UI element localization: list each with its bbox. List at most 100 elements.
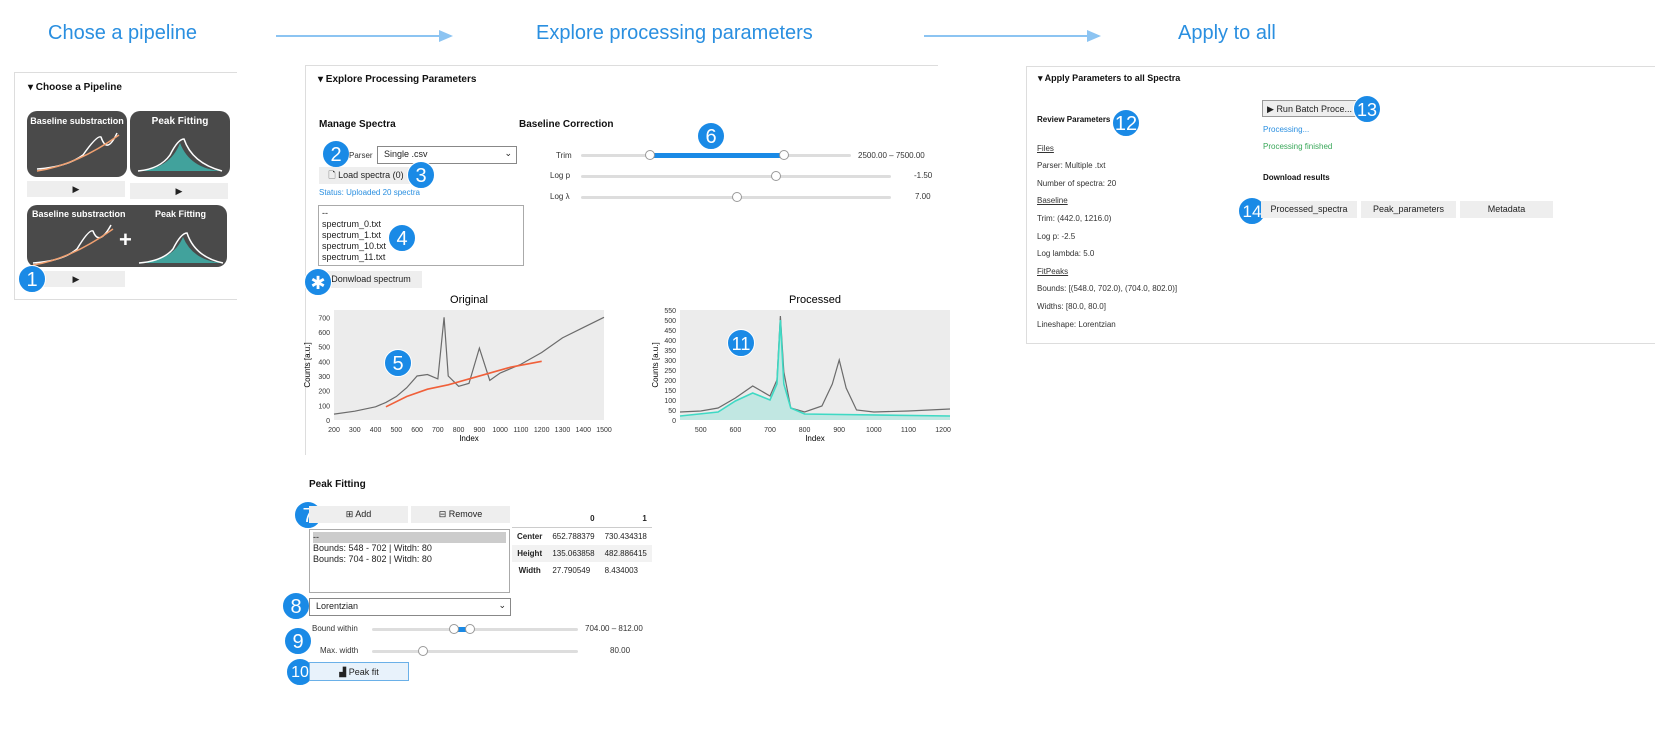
trim-value: 2500.00 – 7500.00 <box>858 151 925 160</box>
run-peak-button[interactable]: ▶ <box>130 183 228 199</box>
logp-value: -1.50 <box>914 171 933 180</box>
x-tick-label: 800 <box>453 427 465 434</box>
x-tick-label: 900 <box>833 427 845 434</box>
max-width-label: Max. width <box>320 646 359 655</box>
y-tick-label: 200 <box>318 389 330 396</box>
peak-fit-button[interactable]: ▟ Peak fit <box>309 662 409 681</box>
download-results-heading: Download results <box>1263 173 1330 182</box>
table-cell: 482.886415 <box>604 549 647 558</box>
list-item[interactable]: spectrum_0.txt <box>322 219 520 230</box>
x-tick-label: 900 <box>474 427 486 434</box>
apply-panel-title[interactable]: ▾ Apply Parameters to all Spectra <box>1038 73 1180 84</box>
download-metadata-button[interactable]: Metadata <box>1460 201 1553 218</box>
badge-4: 4 <box>388 224 416 252</box>
list-item[interactable]: -- <box>322 208 520 219</box>
bound-track[interactable] <box>372 628 578 631</box>
peak-fitting-heading: Peak Fitting <box>309 479 366 490</box>
x-tick-label: 700 <box>764 427 776 434</box>
add-peak-button[interactable]: ⊞ Add <box>309 506 408 523</box>
combined-curve-icon <box>32 224 224 266</box>
row-label: Height <box>517 549 543 558</box>
list-item[interactable]: -- <box>313 532 506 543</box>
processed-chart: Processed 500 600 700 800 900 1000 1100 1200 0 50 1… <box>651 294 951 443</box>
x-axis-label: Index <box>459 434 479 443</box>
trim-handle-high[interactable] <box>779 150 789 160</box>
x-tick-label: 1500 <box>596 427 612 434</box>
pipeline-card-peak[interactable]: Peak Fitting <box>130 111 230 177</box>
row-label: Width <box>518 566 541 575</box>
loglambda-label: Log λ <box>550 192 570 201</box>
row-label: Center <box>517 532 543 541</box>
loglambda-handle[interactable] <box>732 192 742 202</box>
files-heading: Files <box>1037 144 1054 153</box>
x-axis-label: Index <box>805 434 825 443</box>
bound-within-label: Bound within <box>312 624 358 633</box>
spectra-list[interactable]: -- spectrum_0.txt spectrum_1.txt spectru… <box>318 205 524 266</box>
x-tick-label: 1300 <box>555 427 571 434</box>
x-tick-label: 700 <box>432 427 444 434</box>
table-header: 1 <box>642 514 647 523</box>
minus-square-icon: ⊟ <box>438 509 447 519</box>
explore-panel-title[interactable]: ▾ Explore Processing Parameters <box>318 74 476 85</box>
lineshape-value: Lorentzian <box>316 601 359 611</box>
y-tick-label: 500 <box>318 345 330 352</box>
table-cell: 135.063858 <box>552 549 595 558</box>
bound-handle-low[interactable] <box>449 624 459 634</box>
trim-handle-low[interactable] <box>645 150 655 160</box>
step-title-apply: Apply to all <box>1178 22 1276 44</box>
review-parser: Parser: Multiple .txt <box>1037 161 1106 170</box>
x-tick-label: 600 <box>411 427 423 434</box>
list-item[interactable]: Bounds: 548 - 702 | Witdh: 80 <box>313 543 506 554</box>
run-baseline-button[interactable]: ▶ <box>27 181 125 197</box>
y-tick-label: 100 <box>664 398 676 405</box>
trim-fill <box>650 153 784 158</box>
list-item[interactable]: spectrum_11.txt <box>322 252 520 263</box>
pipeline-card-combined[interactable]: Baseline substraction Peak Fitting + <box>27 205 227 267</box>
x-tick-label: 1000 <box>866 427 882 434</box>
list-item[interactable]: spectrum_10.txt <box>322 241 520 252</box>
logp-handle[interactable] <box>771 171 781 181</box>
peak-bounds-list[interactable]: -- Bounds: 548 - 702 | Witdh: 80 Bounds:… <box>309 529 510 593</box>
download-spectrum-button[interactable]: Donwload spectrum <box>320 271 422 288</box>
choose-pipeline-title[interactable]: ▾ Choose a Pipeline <box>28 82 122 93</box>
review-heading: Review Parameters <box>1037 115 1111 124</box>
peak-curve-icon <box>137 138 223 172</box>
badge-9: 9 <box>284 627 312 655</box>
logp-track[interactable] <box>581 175 891 178</box>
list-item[interactable]: Bounds: 704 - 802 | Witdh: 80 <box>313 554 506 565</box>
baseline-heading-review: Baseline <box>1037 196 1068 205</box>
download-processed-button[interactable]: Processed_spectra <box>1261 201 1357 218</box>
max-width-track[interactable] <box>372 650 578 653</box>
step-title-explore: Explore processing parameters <box>536 22 813 44</box>
parser-select[interactable]: Single .csv ⌄ <box>377 146 517 164</box>
trim-label: Trim <box>556 151 572 160</box>
x-tick-label: 1200 <box>935 427 951 434</box>
chart-icon: ▟ <box>339 667 347 677</box>
x-tick-label: 800 <box>799 427 811 434</box>
load-spectra-button[interactable]: 🗋 Load spectra (0) <box>319 167 413 184</box>
file-icon: 🗋 <box>328 170 336 180</box>
pipeline-card-baseline[interactable]: Baseline substraction <box>27 111 127 177</box>
peak-parameters-table: 0 1 Center 652.788379 730.434318 Height 135.… <box>512 510 652 579</box>
download-peaks-button[interactable]: Peak_parameters <box>1361 201 1456 218</box>
list-item[interactable]: spectrum_1.txt <box>322 230 520 241</box>
table-cell: 27.790549 <box>552 566 591 575</box>
plus-square-icon: ⊞ <box>345 509 354 519</box>
y-tick-label: 0 <box>672 418 676 425</box>
finished-status: Processing finished <box>1263 142 1333 151</box>
lineshape-select[interactable]: Lorentzian ⌄ <box>309 598 511 616</box>
bound-handle-high[interactable] <box>465 624 475 634</box>
max-width-handle[interactable] <box>418 646 428 656</box>
remove-peak-button[interactable]: ⊟ Remove <box>411 506 510 523</box>
y-tick-label: 200 <box>664 378 676 385</box>
badge-2: 2 <box>322 140 350 168</box>
x-tick-label: 1100 <box>513 427 528 434</box>
manage-spectra-heading: Manage Spectra <box>319 119 396 130</box>
badge-6: 6 <box>697 122 725 150</box>
fitpeaks-heading: FitPeaks <box>1037 267 1069 276</box>
x-tick-label: 300 <box>349 427 361 434</box>
y-tick-label: 550 <box>664 308 676 315</box>
table-cell: 8.434003 <box>604 566 638 575</box>
chevron-down-icon: ⌄ <box>504 148 512 158</box>
run-batch-button[interactable]: ▶ Run Batch Proce... <box>1262 100 1357 117</box>
